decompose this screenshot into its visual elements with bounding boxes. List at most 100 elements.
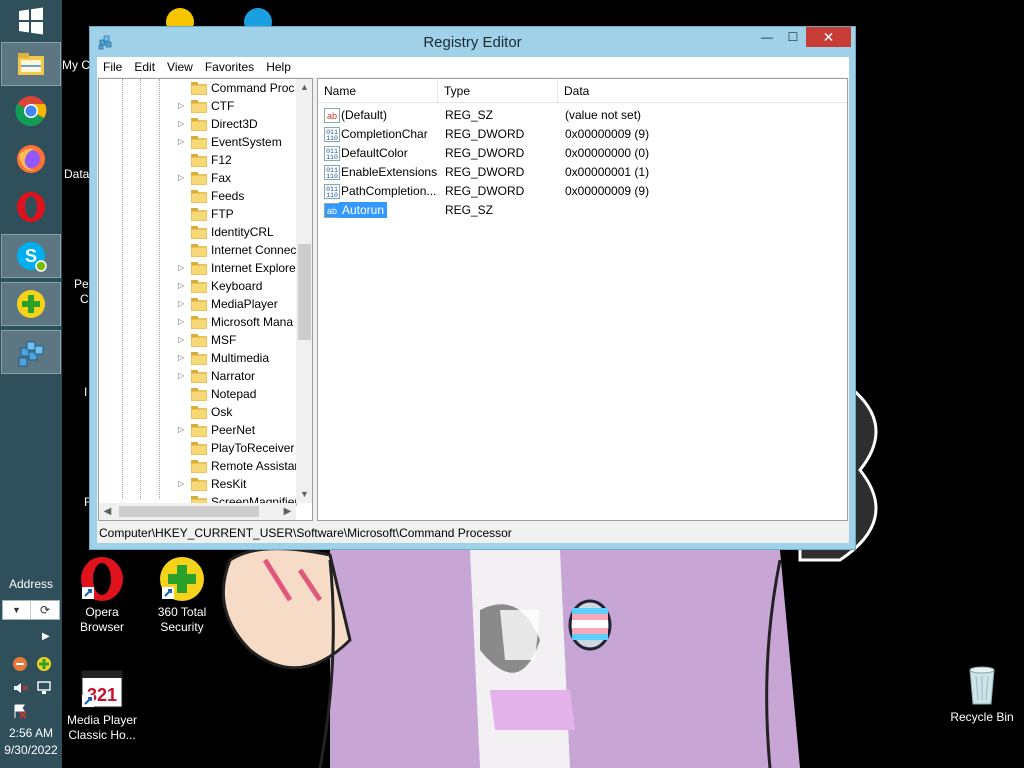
360-security-icon [17, 290, 45, 318]
column-header-data[interactable]: Data [558, 79, 847, 103]
clock-date[interactable]: 9/30/2022 [0, 743, 62, 757]
taskbar-firefox[interactable] [1, 137, 61, 181]
column-header-type[interactable]: Type [438, 79, 558, 103]
tree-vertical-scrollbar[interactable]: ▲ ▼ [296, 79, 312, 503]
clock-time[interactable]: 2:56 AM [0, 726, 62, 740]
tree-horizontal-scrollbar[interactable]: ◀ ▶ [99, 503, 296, 520]
tree-item[interactable]: ▷ Narrator [99, 367, 299, 385]
menu-help[interactable]: Help [260, 60, 297, 74]
tree-item[interactable]: ▷ Fax [99, 169, 299, 187]
tree-item[interactable]: IdentityCRL [99, 223, 299, 241]
minimize-button[interactable]: — [754, 27, 780, 47]
menu-edit[interactable]: Edit [128, 60, 161, 74]
value-row[interactable]: 011 110 CompletionChar REG_DWORD 0x00000009 … [318, 125, 847, 144]
expand-arrow-icon[interactable]: ▷ [178, 424, 188, 436]
tree-item[interactable]: ▷ EventSystem [99, 133, 299, 151]
expand-arrow-icon[interactable]: ▷ [178, 478, 188, 490]
desktop-icon-360-security[interactable]: 360 Total Security [142, 555, 222, 635]
column-header-name[interactable]: Name [318, 79, 438, 103]
expand-arrow-icon[interactable]: ▷ [178, 118, 188, 130]
tree-item[interactable]: ▷ ResKit [99, 475, 299, 493]
maximize-button[interactable]: ☐ [780, 27, 806, 47]
refresh-icon[interactable]: ⟳ [31, 603, 59, 617]
taskbar-file-explorer[interactable] [1, 42, 61, 86]
taskbar-360-security[interactable] [1, 282, 61, 326]
expand-arrow-icon[interactable]: ▷ [178, 316, 188, 328]
expand-arrow-icon[interactable]: ▷ [178, 352, 188, 364]
scroll-down-arrow-icon[interactable]: ▼ [296, 486, 312, 503]
tree-item[interactable]: ▷ Internet Explorer [99, 259, 300, 277]
list-header: Name Type Data [318, 79, 847, 103]
regedit-icon [18, 341, 44, 367]
taskbar-registry-editor[interactable] [1, 330, 61, 374]
registry-editor-window[interactable]: Registry Editor — ☐ ✕ File Edit View Fav… [89, 26, 856, 550]
expand-arrow-icon[interactable]: ▷ [178, 334, 188, 346]
expand-arrow-icon[interactable]: ▷ [178, 370, 188, 382]
start-button[interactable] [1, 2, 61, 40]
menu-view[interactable]: View [161, 60, 199, 74]
tree-item[interactable]: ▷ MSF [99, 331, 299, 349]
volume-muted-icon[interactable] [12, 680, 28, 696]
address-input[interactable]: ▼ ⟳ [2, 600, 60, 620]
expand-arrow-icon[interactable]: ▷ [178, 172, 188, 184]
value-row[interactable]: ab (Default) REG_SZ (value not set) [318, 106, 847, 125]
tree-item[interactable]: ▷ CTF [99, 97, 299, 115]
taskbar-chrome[interactable] [1, 89, 61, 133]
svg-text:110: 110 [326, 192, 338, 199]
tree-item[interactable]: Feeds [99, 187, 299, 205]
expand-arrow-icon[interactable]: ▷ [178, 298, 188, 310]
value-list[interactable]: Name Type Data ab (Default) REG_SZ (value n… [317, 78, 848, 521]
key-tree[interactable]: Command Proc ▷ CTF ▷ Direct3D ▷ EventSystem F12… [98, 78, 313, 521]
taskbar-opera[interactable] [1, 185, 61, 229]
tree-item-label: Multimedia [211, 351, 270, 365]
value-data: 0x00000009 (9) [565, 184, 650, 198]
desktop-icon-opera[interactable]: Opera Browser [62, 555, 142, 635]
action-center-flag-icon[interactable] [12, 703, 28, 719]
tree-item[interactable]: ▷ PeerNet [99, 421, 299, 439]
chevron-down-icon[interactable]: ▼ [3, 601, 31, 619]
tree-item[interactable]: Osk [99, 403, 299, 421]
scroll-left-arrow-icon[interactable]: ◀ [99, 503, 116, 520]
scroll-thumb[interactable] [298, 244, 311, 340]
tree-item[interactable]: ▷ Direct3D [99, 115, 299, 133]
folder-icon [191, 244, 207, 257]
tree-item[interactable]: ▷ MediaPlayer [99, 295, 299, 313]
tree-item[interactable]: Notepad [99, 385, 299, 403]
taskbar-skype[interactable]: S [1, 234, 61, 278]
string-value-icon: ab [324, 203, 340, 218]
scroll-right-arrow-icon[interactable]: ▶ [279, 503, 296, 520]
menu-file[interactable]: File [97, 60, 128, 74]
menu-favorites[interactable]: Favorites [199, 60, 260, 74]
title-bar[interactable]: Registry Editor — ☐ ✕ [90, 27, 855, 57]
tree-item[interactable]: FTP [99, 205, 299, 223]
tree-item[interactable]: ▷ Keyboard [99, 277, 299, 295]
tree-item[interactable]: PlayToReceiver [99, 439, 299, 457]
tree-item[interactable]: Command Proc [99, 79, 299, 97]
minus-circle-tray-icon[interactable] [12, 656, 28, 672]
tree-item[interactable]: F12 [99, 151, 299, 169]
360-tray-icon[interactable] [36, 656, 52, 672]
scroll-up-arrow-icon[interactable]: ▲ [296, 79, 312, 96]
value-row[interactable]: ab Autorun REG_SZ [318, 201, 847, 220]
tree-item[interactable]: ▷ Multimedia [99, 349, 299, 367]
tray-expand-icon[interactable]: ▶ [42, 631, 50, 642]
expand-arrow-icon[interactable]: ▷ [178, 280, 188, 292]
tree-item[interactable]: ▷ Microsoft Mana [99, 313, 299, 331]
expand-arrow-icon[interactable]: ▷ [178, 136, 188, 148]
expand-arrow-icon[interactable]: ▷ [178, 100, 188, 112]
folder-icon [191, 136, 207, 149]
tree-item-label: MediaPlayer [211, 297, 278, 311]
tree-item[interactable]: Internet Connec [99, 241, 299, 259]
value-data: 0x00000000 (0) [565, 146, 650, 160]
scroll-thumb[interactable] [119, 506, 259, 517]
desktop-icon-recycle-bin[interactable]: Recycle Bin [942, 660, 1022, 725]
close-button[interactable]: ✕ [806, 27, 851, 47]
tree-item-label: PeerNet [211, 423, 256, 437]
value-row[interactable]: 011 110 DefaultColor REG_DWORD 0x00000000 (0… [318, 144, 847, 163]
tree-item[interactable]: Remote Assistar [99, 457, 299, 475]
network-icon[interactable] [36, 680, 52, 696]
value-row[interactable]: 011 110 EnableExtensions REG_DWORD 0x0000000… [318, 163, 847, 182]
expand-arrow-icon[interactable]: ▷ [178, 262, 188, 274]
desktop-icon-media-player-classic[interactable]: 321 Media Player Classic Ho... [62, 663, 142, 743]
value-row[interactable]: 011 110 PathCompletion... REG_DWORD 0x000000… [318, 182, 847, 201]
